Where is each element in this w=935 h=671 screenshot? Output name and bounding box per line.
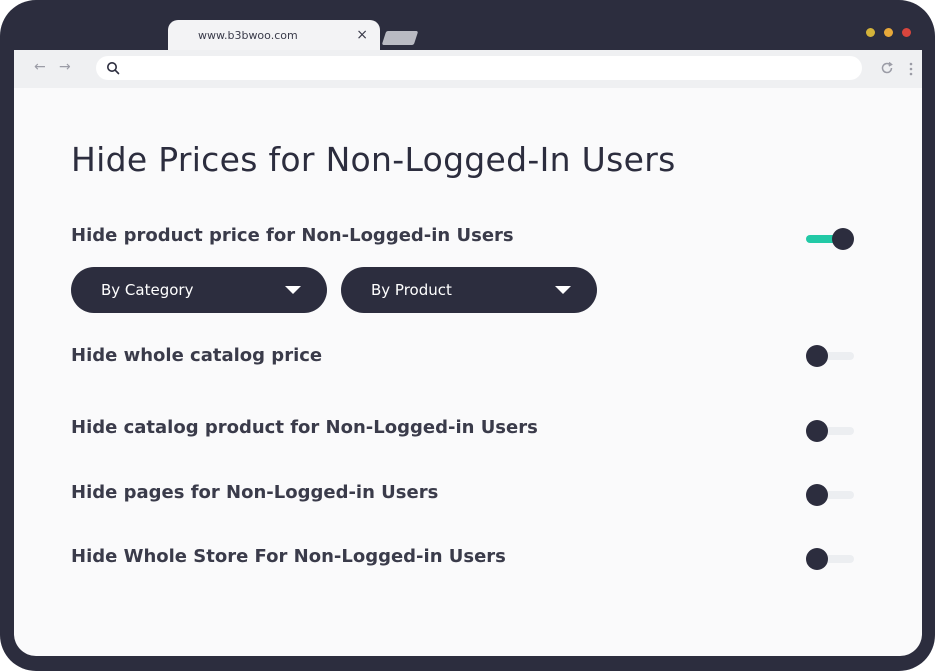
window-dot-red[interactable] xyxy=(902,28,911,37)
toggle-knob xyxy=(806,345,828,367)
caret-down-icon xyxy=(285,286,301,294)
setting-label-hide-catalog-price: Hide whole catalog price xyxy=(71,345,323,366)
toggle-knob xyxy=(806,484,828,506)
reload-icon[interactable] xyxy=(880,61,894,75)
tab-title: www.b3bwoo.com xyxy=(198,29,298,42)
browser-toolbar: ← → xyxy=(14,50,922,88)
browser-tab[interactable]: www.b3bwoo.com × xyxy=(168,20,380,52)
browser-window: www.b3bwoo.com × ← → Hide Prices for Non… xyxy=(0,0,935,671)
window-controls xyxy=(866,28,911,37)
toggle-hide-pages[interactable] xyxy=(806,484,854,506)
dropdown-by-category[interactable]: By Category xyxy=(71,267,327,313)
toggle-hide-catalog-price[interactable] xyxy=(806,345,854,367)
dropdown-label: By Product xyxy=(371,281,452,299)
back-arrow-icon[interactable]: ← xyxy=(34,59,46,75)
toggle-knob xyxy=(832,228,854,250)
setting-label-hide-pages: Hide pages for Non-Logged-in Users xyxy=(71,482,439,503)
window-dot-yellow[interactable] xyxy=(866,28,875,37)
page-title: Hide Prices for Non-Logged-In Users xyxy=(71,140,676,179)
caret-down-icon xyxy=(555,286,571,294)
setting-label-hide-catalog-product: Hide catalog product for Non-Logged-in U… xyxy=(71,417,538,438)
close-icon[interactable]: × xyxy=(356,26,368,44)
window-dot-orange[interactable] xyxy=(884,28,893,37)
toggle-hide-whole-store[interactable] xyxy=(806,548,854,570)
toggle-knob xyxy=(806,548,828,570)
toggle-knob xyxy=(806,420,828,442)
setting-label-hide-product-price: Hide product price for Non-Logged-in Use… xyxy=(71,225,514,246)
dropdown-by-product[interactable]: By Product xyxy=(341,267,597,313)
dropdown-label: By Category xyxy=(101,281,194,299)
settings-page: Hide Prices for Non-Logged-In Users Hide… xyxy=(14,88,922,656)
new-tab-button[interactable] xyxy=(381,31,419,45)
toggle-hide-product-price[interactable] xyxy=(806,228,854,250)
setting-label-hide-whole-store: Hide Whole Store For Non-Logged-in Users xyxy=(71,546,506,567)
search-icon xyxy=(107,62,120,75)
address-bar[interactable] xyxy=(96,56,862,80)
forward-arrow-icon[interactable]: → xyxy=(59,59,71,75)
more-vertical-icon[interactable] xyxy=(909,61,913,77)
toggle-hide-catalog-product[interactable] xyxy=(806,420,854,442)
